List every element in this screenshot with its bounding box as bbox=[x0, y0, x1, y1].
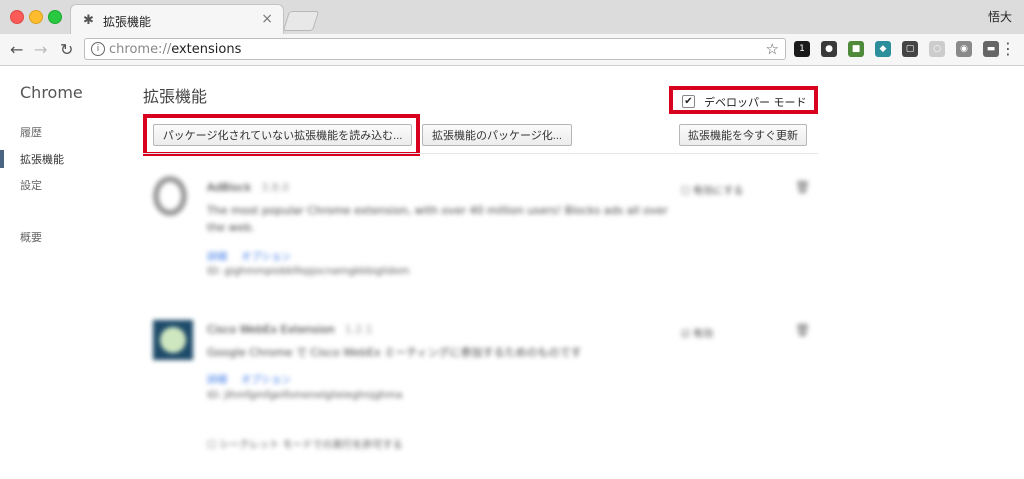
sidebar-item-about[interactable]: 概要 bbox=[20, 229, 42, 245]
pack-extension-button[interactable]: 拡張機能のパッケージ化... bbox=[422, 124, 572, 146]
details-link[interactable]: 詳細 bbox=[207, 375, 227, 386]
onepassword-icon[interactable]: 1 bbox=[794, 41, 810, 57]
extension-name: Cisco WebEx Extension 1.2.1 bbox=[207, 323, 373, 336]
enable-toggle[interactable]: ☑ 有効 bbox=[681, 325, 713, 340]
webex-logo-icon bbox=[153, 320, 193, 360]
incognito-checkbox[interactable]: ☐ シークレット モードでの実行を許可する bbox=[207, 436, 402, 451]
extension-name: AdBlock 3.8.0 bbox=[207, 181, 290, 194]
url-text[interactable]: chrome://extensions bbox=[109, 42, 241, 57]
sidebar-title: Chrome bbox=[20, 83, 83, 102]
profile-name[interactable]: 悟大 bbox=[988, 8, 1012, 25]
sidebar-item-history[interactable]: 履歴 bbox=[20, 124, 42, 140]
tab-title: 拡張機能 bbox=[103, 15, 152, 29]
trash-icon[interactable]: 🗑 bbox=[795, 323, 810, 337]
sidebar-item-settings[interactable]: 設定 bbox=[20, 177, 42, 193]
circle-ext-icon[interactable]: ○ bbox=[929, 41, 945, 57]
browser-toolbar: ← → ↻ i chrome://extensions ☆ 1 ● ■ ◆ ▢ ○ ◉ ▬ ⋮ bbox=[0, 34, 1024, 66]
sidebar-item-extensions[interactable]: 拡張機能 bbox=[20, 151, 64, 167]
coupon-icon[interactable]: ◆ bbox=[875, 41, 891, 57]
camera-icon[interactable]: ◉ bbox=[956, 41, 972, 57]
load-unpacked-button[interactable]: パッケージ化されていない拡張機能を読み込む... bbox=[153, 124, 412, 146]
webclipper-icon[interactable]: ■ bbox=[848, 41, 864, 57]
extension-links: 詳細 オプション bbox=[207, 371, 305, 386]
options-link[interactable]: オプション bbox=[241, 252, 291, 263]
tab-extensions[interactable]: ✱ 拡張機能 × bbox=[70, 4, 284, 35]
details-link[interactable]: 詳細 bbox=[207, 252, 227, 263]
options-link[interactable]: オプション bbox=[241, 375, 291, 386]
back-arrow-icon[interactable]: ← bbox=[10, 40, 23, 59]
puzzle-icon: ✱ bbox=[83, 13, 94, 28]
enable-toggle[interactable]: ☐ 有効にする bbox=[681, 182, 743, 197]
extension-id: ID: jlhmfgmfgeifomenelglieieghnjghma bbox=[207, 390, 403, 401]
note-icon[interactable]: ▢ bbox=[902, 41, 918, 57]
evernote-icon[interactable]: ● bbox=[821, 41, 837, 57]
adblock-logo-icon bbox=[153, 176, 187, 216]
forward-arrow-icon[interactable]: → bbox=[34, 40, 47, 59]
close-window-button[interactable] bbox=[10, 10, 24, 24]
update-extensions-button[interactable]: 拡張機能を今すぐ更新 bbox=[679, 124, 807, 146]
stripe-ext-icon[interactable]: ▬ bbox=[983, 41, 999, 57]
extension-description: The most popular Chrome extension, with … bbox=[207, 204, 668, 234]
minimize-window-button[interactable] bbox=[29, 10, 43, 24]
address-bar[interactable]: i chrome://extensions ☆ bbox=[84, 38, 786, 60]
extension-description: Google Chrome で Cisco WebEx ミーティングに参加するた… bbox=[207, 346, 582, 359]
reload-icon[interactable]: ↻ bbox=[60, 40, 73, 59]
extension-card-webex: Cisco WebEx Extension 1.2.1 Google Chrome… bbox=[143, 318, 818, 458]
extension-id: ID: gighmmpiobklfepjocnamgkkbiglidom bbox=[207, 266, 410, 277]
divider bbox=[143, 153, 818, 154]
extension-icons: 1 ● ■ ◆ ▢ ○ ◉ ▬ bbox=[794, 41, 1010, 57]
title-bar: ✱ 拡張機能 × 悟大 bbox=[0, 0, 1024, 35]
menu-kebab-icon[interactable]: ⋮ bbox=[1000, 39, 1016, 58]
developer-mode-highlight: ✔ デベロッパー モード bbox=[669, 86, 818, 114]
info-icon[interactable]: i bbox=[91, 42, 105, 56]
sidebar-active-indicator bbox=[0, 150, 4, 168]
trash-icon[interactable]: 🗑 bbox=[795, 180, 810, 194]
extension-links: 詳細 オプション bbox=[207, 248, 305, 263]
developer-mode-checkbox[interactable]: ✔ bbox=[682, 95, 695, 108]
extension-card-adblock: AdBlock 3.8.0 The most popular Chrome ext… bbox=[143, 174, 818, 284]
developer-mode-label[interactable]: デベロッパー モード bbox=[704, 94, 807, 110]
zoom-window-button[interactable] bbox=[48, 10, 62, 24]
page-title: 拡張機能 bbox=[143, 87, 208, 106]
new-tab-button[interactable] bbox=[282, 11, 320, 31]
bookmark-star-icon[interactable]: ☆ bbox=[766, 40, 779, 58]
close-icon[interactable]: × bbox=[261, 11, 273, 27]
